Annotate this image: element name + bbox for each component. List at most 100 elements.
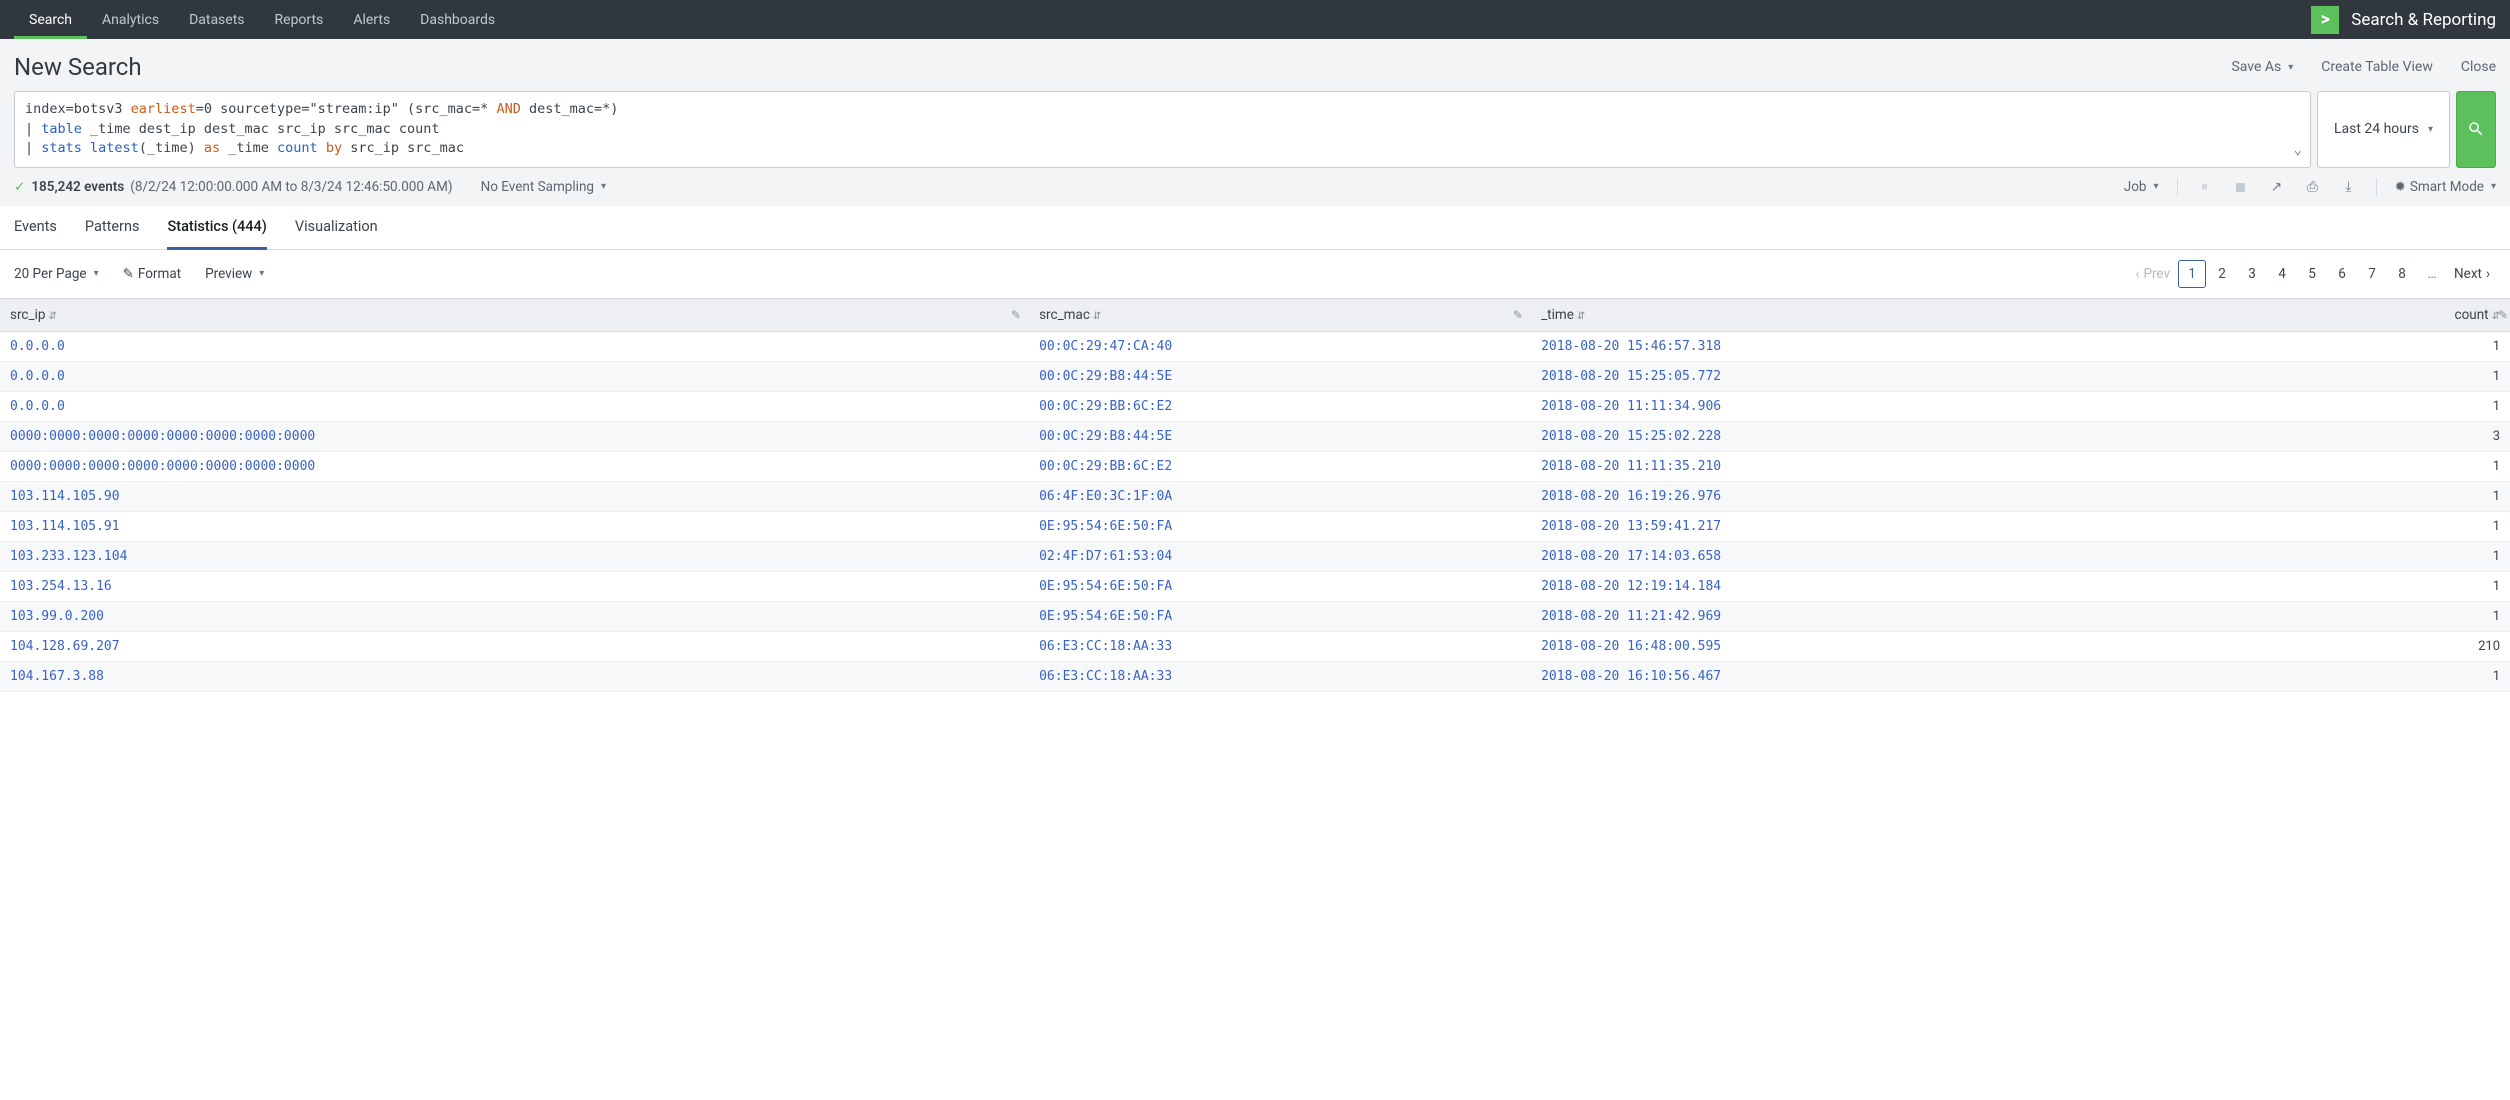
table-row[interactable]: 0000:0000:0000:0000:0000:0000:0000:00000… <box>0 421 2510 451</box>
cell-time[interactable]: 2018-08-20 15:46:57.318 <box>1531 331 2184 361</box>
pencil-icon[interactable]: ✎ <box>1513 308 1523 322</box>
format-button[interactable]: ✎ Format <box>123 266 182 282</box>
preview-dropdown[interactable]: Preview <box>205 266 264 282</box>
cell-time[interactable]: 2018-08-20 11:21:42.969 <box>1531 601 2184 631</box>
pencil-icon[interactable]: ✎ <box>1011 308 1021 322</box>
cell-count[interactable]: 210 <box>2184 631 2510 661</box>
page-1[interactable]: 1 <box>2178 260 2206 288</box>
cell-src-ip[interactable]: 0000:0000:0000:0000:0000:0000:0000:0000 <box>0 451 1029 481</box>
cell-count[interactable]: 1 <box>2184 331 2510 361</box>
nav-item-reports[interactable]: Reports <box>260 0 339 39</box>
cell-src-ip[interactable]: 103.233.123.104 <box>0 541 1029 571</box>
col-src-mac[interactable]: src_mac⇵✎ <box>1029 298 1531 331</box>
search-button[interactable] <box>2456 91 2496 168</box>
export-icon[interactable]: ⤓ <box>2340 178 2358 196</box>
job-dropdown[interactable]: Job <box>2124 179 2159 195</box>
cell-src-ip[interactable]: 103.114.105.91 <box>0 511 1029 541</box>
cell-time[interactable]: 2018-08-20 11:11:34.906 <box>1531 391 2184 421</box>
cell-count[interactable]: 1 <box>2184 541 2510 571</box>
tab-events[interactable]: Events <box>14 206 57 249</box>
table-row[interactable]: 0.0.0.000:0C:29:B8:44:5E2018-08-20 15:25… <box>0 361 2510 391</box>
tab-patterns[interactable]: Patterns <box>85 206 140 249</box>
cell-count[interactable]: 1 <box>2184 601 2510 631</box>
col-time[interactable]: _time⇵ <box>1531 298 2184 331</box>
cell-count[interactable]: 3 <box>2184 421 2510 451</box>
table-row[interactable]: 0.0.0.000:0C:29:BB:6C:E22018-08-20 11:11… <box>0 391 2510 421</box>
cell-count[interactable]: 1 <box>2184 391 2510 421</box>
cell-src-mac[interactable]: 06:E3:CC:18:AA:33 <box>1029 661 1531 691</box>
cell-src-ip[interactable]: 104.128.69.207 <box>0 631 1029 661</box>
cell-count[interactable]: 1 <box>2184 361 2510 391</box>
cell-time[interactable]: 2018-08-20 12:19:14.184 <box>1531 571 2184 601</box>
event-count[interactable]: ✓ 185,242 events (8/2/24 12:00:00.000 AM… <box>14 179 453 195</box>
nav-item-search[interactable]: Search <box>14 0 87 39</box>
cell-src-mac[interactable]: 0E:95:54:6E:50:FA <box>1029 571 1531 601</box>
table-row[interactable]: 103.99.0.2000E:95:54:6E:50:FA2018-08-20 … <box>0 601 2510 631</box>
page-2[interactable]: 2 <box>2208 260 2236 288</box>
page-3[interactable]: 3 <box>2238 260 2266 288</box>
sort-icon[interactable]: ⇵ <box>1577 311 1585 322</box>
nav-item-alerts[interactable]: Alerts <box>338 0 405 39</box>
page-7[interactable]: 7 <box>2358 260 2386 288</box>
search-expand-icon[interactable]: ⌄ <box>2294 141 2302 161</box>
smart-mode-dropdown[interactable]: ✹ Smart Mode <box>2395 179 2496 195</box>
tab-visualization[interactable]: Visualization <box>295 206 378 249</box>
nav-item-datasets[interactable]: Datasets <box>174 0 259 39</box>
cell-time[interactable]: 2018-08-20 11:11:35.210 <box>1531 451 2184 481</box>
cell-src-ip[interactable]: 0.0.0.0 <box>0 391 1029 421</box>
page-6[interactable]: 6 <box>2328 260 2356 288</box>
cell-time[interactable]: 2018-08-20 16:10:56.467 <box>1531 661 2184 691</box>
table-row[interactable]: 103.233.123.10402:4F:D7:61:53:042018-08-… <box>0 541 2510 571</box>
cell-src-mac[interactable]: 00:0C:29:B8:44:5E <box>1029 361 1531 391</box>
cell-src-mac[interactable]: 00:0C:29:BB:6C:E2 <box>1029 391 1531 421</box>
page-8[interactable]: 8 <box>2388 260 2416 288</box>
cell-count[interactable]: 1 <box>2184 511 2510 541</box>
table-row[interactable]: 103.114.105.9006:4F:E0:3C:1F:0A2018-08-2… <box>0 481 2510 511</box>
cell-time[interactable]: 2018-08-20 15:25:05.772 <box>1531 361 2184 391</box>
time-range-picker[interactable]: Last 24 hours <box>2317 91 2450 168</box>
cell-src-mac[interactable]: 02:4F:D7:61:53:04 <box>1029 541 1531 571</box>
table-row[interactable]: 0.0.0.000:0C:29:47:CA:402018-08-20 15:46… <box>0 331 2510 361</box>
cell-count[interactable]: 1 <box>2184 661 2510 691</box>
table-row[interactable]: 104.167.3.8806:E3:CC:18:AA:332018-08-20 … <box>0 661 2510 691</box>
table-row[interactable]: 0000:0000:0000:0000:0000:0000:0000:00000… <box>0 451 2510 481</box>
per-page-dropdown[interactable]: 20 Per Page <box>14 266 99 282</box>
sort-icon[interactable]: ⇵ <box>1093 311 1101 322</box>
cell-src-ip[interactable]: 0.0.0.0 <box>0 361 1029 391</box>
cell-src-mac[interactable]: 0E:95:54:6E:50:FA <box>1029 511 1531 541</box>
cell-src-ip[interactable]: 103.254.13.16 <box>0 571 1029 601</box>
nav-item-dashboards[interactable]: Dashboards <box>405 0 510 39</box>
cell-count[interactable]: 1 <box>2184 571 2510 601</box>
cell-count[interactable]: 1 <box>2184 451 2510 481</box>
cell-src-ip[interactable]: 0000:0000:0000:0000:0000:0000:0000:0000 <box>0 421 1029 451</box>
col-count[interactable]: count⇵✎ <box>2184 298 2510 331</box>
app-logo-icon[interactable]: > <box>2311 6 2339 34</box>
cell-src-mac[interactable]: 06:E3:CC:18:AA:33 <box>1029 631 1531 661</box>
app-title[interactable]: Search & Reporting <box>2351 10 2496 30</box>
cell-time[interactable]: 2018-08-20 17:14:03.658 <box>1531 541 2184 571</box>
cell-time[interactable]: 2018-08-20 13:59:41.217 <box>1531 511 2184 541</box>
cell-src-mac[interactable]: 00:0C:29:B8:44:5E <box>1029 421 1531 451</box>
save-as-button[interactable]: Save As <box>2231 59 2293 75</box>
cell-src-ip[interactable]: 103.114.105.90 <box>0 481 1029 511</box>
cell-src-mac[interactable]: 0E:95:54:6E:50:FA <box>1029 601 1531 631</box>
cell-src-mac[interactable]: 00:0C:29:47:CA:40 <box>1029 331 1531 361</box>
event-sampling-dropdown[interactable]: No Event Sampling <box>481 179 606 195</box>
close-button[interactable]: Close <box>2461 59 2496 75</box>
create-table-view-button[interactable]: Create Table View <box>2321 59 2433 75</box>
cell-time[interactable]: 2018-08-20 16:48:00.595 <box>1531 631 2184 661</box>
share-icon[interactable]: ↗ <box>2268 178 2286 196</box>
page-next[interactable]: Next <box>2448 260 2496 288</box>
page-5[interactable]: 5 <box>2298 260 2326 288</box>
search-input[interactable]: index=botsv3 earliest=0 sourcetype="stre… <box>14 91 2311 168</box>
tab-statistics[interactable]: Statistics (444) <box>167 206 266 250</box>
cell-src-ip[interactable]: 0.0.0.0 <box>0 331 1029 361</box>
table-row[interactable]: 104.128.69.20706:E3:CC:18:AA:332018-08-2… <box>0 631 2510 661</box>
cell-time[interactable]: 2018-08-20 16:19:26.976 <box>1531 481 2184 511</box>
page-4[interactable]: 4 <box>2268 260 2296 288</box>
cell-time[interactable]: 2018-08-20 15:25:02.228 <box>1531 421 2184 451</box>
col-src-ip[interactable]: src_ip⇵✎ <box>0 298 1029 331</box>
cell-src-mac[interactable]: 00:0C:29:BB:6C:E2 <box>1029 451 1531 481</box>
cell-src-ip[interactable]: 104.167.3.88 <box>0 661 1029 691</box>
cell-count[interactable]: 1 <box>2184 481 2510 511</box>
